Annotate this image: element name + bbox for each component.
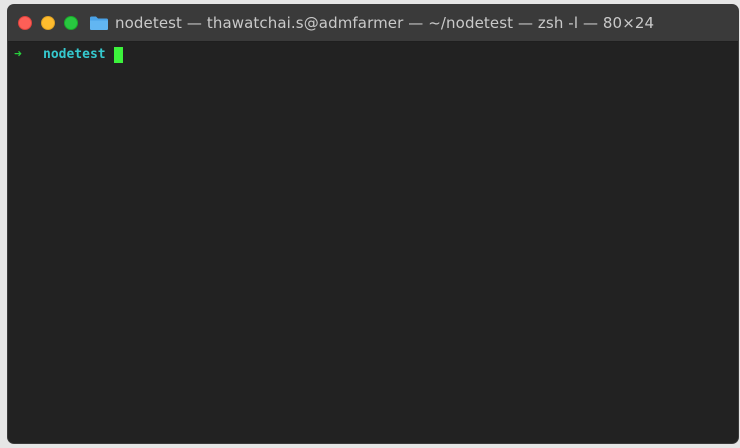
maximize-button[interactable] xyxy=(64,16,78,30)
text-cursor xyxy=(113,47,123,63)
terminal-content[interactable]: ➜ nodetest xyxy=(8,42,738,443)
folder-icon xyxy=(90,16,108,30)
window-title: nodetest — thawatchai.s@admfarmer — ~/no… xyxy=(115,14,655,32)
current-directory: nodetest xyxy=(43,47,106,62)
prompt-line: ➜ nodetest xyxy=(14,46,738,64)
title-bar[interactable]: nodetest — thawatchai.s@admfarmer — ~/no… xyxy=(8,5,738,42)
close-button[interactable] xyxy=(18,16,32,30)
window-controls xyxy=(18,16,87,30)
window-title-group: nodetest — thawatchai.s@admfarmer — ~/no… xyxy=(89,14,654,32)
minimize-button[interactable] xyxy=(41,16,55,30)
terminal-window: nodetest — thawatchai.s@admfarmer — ~/no… xyxy=(8,5,738,443)
prompt-arrow: ➜ xyxy=(14,47,22,62)
